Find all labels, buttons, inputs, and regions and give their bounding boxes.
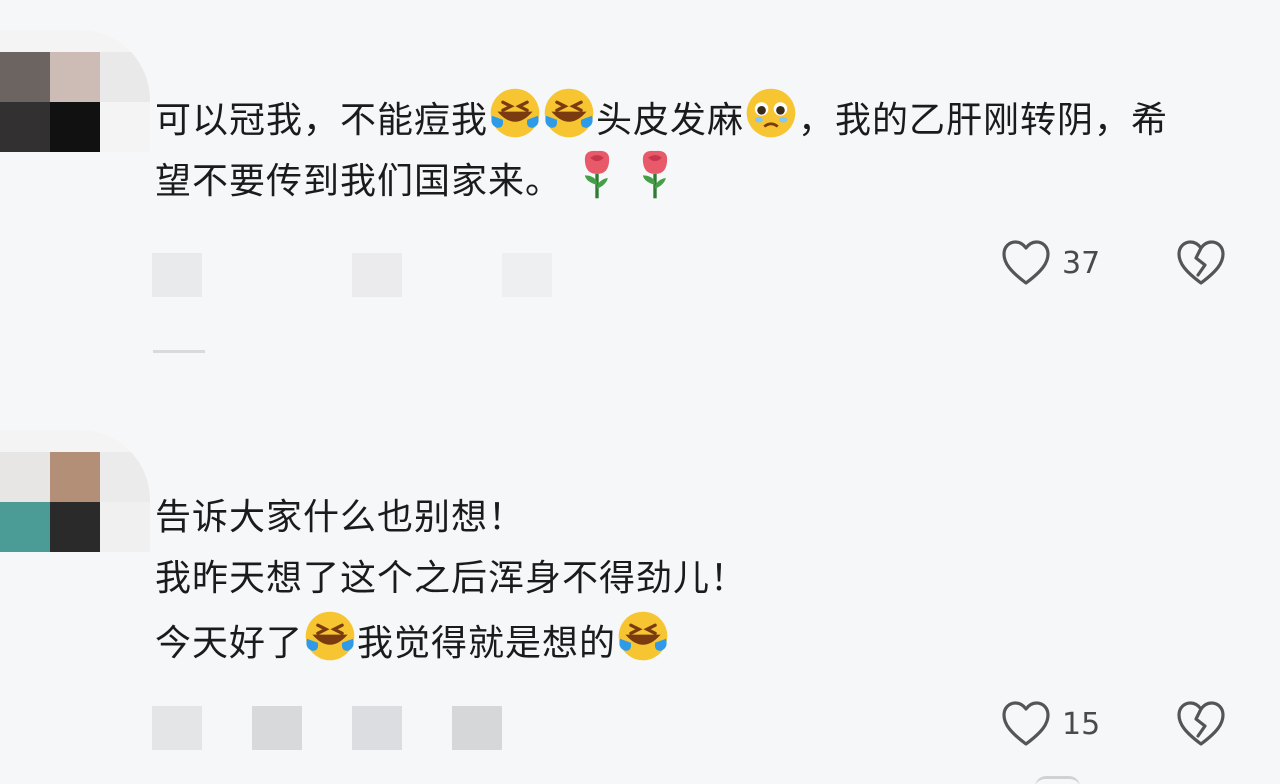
pleading-face-emoji-icon bbox=[744, 86, 798, 159]
laughing-crying-emoji-icon bbox=[616, 609, 670, 682]
like-count: 15 bbox=[1062, 706, 1101, 742]
heart-outline-icon bbox=[1002, 701, 1050, 746]
more-action-placeholder[interactable] bbox=[352, 706, 402, 750]
dislike-button[interactable] bbox=[1175, 699, 1227, 753]
laughing-crying-emoji-icon bbox=[303, 609, 357, 682]
reply-action-placeholder[interactable] bbox=[152, 253, 202, 297]
comment-line: 我昨天想了这个之后浑身不得劲儿！ bbox=[155, 558, 748, 599]
like-button[interactable]: 37 bbox=[1000, 238, 1100, 288]
reply-divider bbox=[153, 350, 205, 353]
dislike-button[interactable] bbox=[1175, 238, 1227, 292]
comment-line: 可以冠我，不能痘我 头皮发麻 ，我的乙肝刚转阴，希 bbox=[155, 86, 1168, 147]
avatar[interactable] bbox=[0, 30, 150, 152]
overflow-indicator bbox=[1035, 776, 1080, 784]
comment-thread: 可以冠我，不能痘我 头皮发麻 ，我的乙肝刚转阴，希 望不要传到我们国家来。 37 告… bbox=[0, 0, 1280, 784]
comment-line: 望不要传到我们国家来。 bbox=[155, 147, 1168, 208]
comment-line: 今天好了 我觉得就是想的 bbox=[155, 609, 747, 670]
share-action-placeholder[interactable] bbox=[352, 253, 402, 297]
like-button[interactable]: 15 bbox=[1000, 699, 1100, 749]
broken-heart-icon bbox=[1177, 240, 1225, 285]
heart-outline-icon bbox=[1002, 240, 1050, 285]
rose-emoji-icon bbox=[628, 147, 682, 220]
comment-line: 告诉大家什么也别想！ bbox=[155, 497, 526, 538]
reply-action-placeholder[interactable] bbox=[152, 706, 202, 750]
more-action-placeholder[interactable] bbox=[452, 706, 502, 750]
rose-emoji-icon bbox=[570, 147, 624, 220]
avatar[interactable] bbox=[0, 430, 150, 552]
share-action-placeholder[interactable] bbox=[252, 706, 302, 750]
more-action-placeholder[interactable] bbox=[502, 253, 552, 297]
like-count: 37 bbox=[1062, 245, 1101, 281]
broken-heart-icon bbox=[1177, 701, 1225, 746]
comment-text: 告诉大家什么也别想！ 我昨天想了这个之后浑身不得劲儿！ 今天好了 我觉得就是想的 bbox=[155, 487, 747, 670]
comment-text: 可以冠我，不能痘我 头皮发麻 ，我的乙肝刚转阴，希 望不要传到我们国家来。 bbox=[155, 86, 1168, 208]
